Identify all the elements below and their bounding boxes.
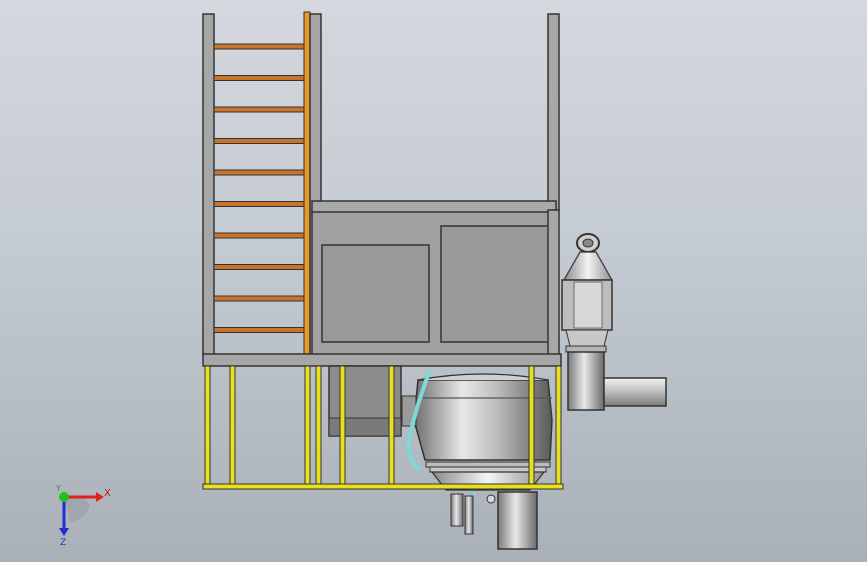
ladder [202, 11, 322, 357]
railing-post [339, 365, 346, 489]
ladder-rung [213, 295, 305, 302]
railing-post [304, 365, 311, 489]
railing-post [388, 365, 395, 489]
ladder-rung [213, 327, 305, 333]
railing-bottom-rail [202, 483, 564, 490]
ladder-rail-orange [303, 11, 311, 357]
ladder-rung [213, 43, 305, 50]
railing-post [204, 365, 211, 489]
frame-post-left [202, 13, 215, 357]
axis-x-label: X [104, 488, 111, 499]
ladder-rung [213, 138, 305, 144]
cabinet-side-post [547, 209, 560, 357]
outlet-pipe [603, 377, 667, 407]
cad-viewport[interactable]: X Y Z [0, 0, 867, 562]
discharge-pipe-thin [464, 495, 474, 535]
ladder-rung [213, 201, 305, 207]
axis-z-label: Z [60, 538, 66, 548]
ladder-rung [213, 264, 305, 270]
railing-post [555, 365, 562, 489]
axis-y-label: Y [55, 484, 61, 493]
cad-model-svg: X Y Z [55, 11, 667, 550]
frame-post-right [547, 13, 560, 211]
ladder-rung [213, 169, 305, 176]
axis-triad: X Y Z [55, 484, 111, 548]
discharge-pipe-small [450, 493, 464, 527]
valve-knob [486, 494, 496, 504]
ladder-rung [213, 106, 305, 113]
cabinet-door-right [440, 225, 550, 343]
ladder-rung [213, 232, 305, 239]
railing-post [528, 365, 535, 489]
ladder-rungs [213, 43, 305, 333]
discharge-pipe-main [497, 491, 538, 550]
cabinet-top-rail [311, 200, 557, 214]
cabinet-door-left [321, 244, 430, 343]
cyclone-lower-box [567, 351, 605, 411]
control-cabinet [311, 200, 560, 357]
railing-post [315, 365, 322, 489]
ladder-rung [213, 75, 305, 81]
platform-beam [202, 353, 562, 367]
railing-post [229, 365, 236, 489]
